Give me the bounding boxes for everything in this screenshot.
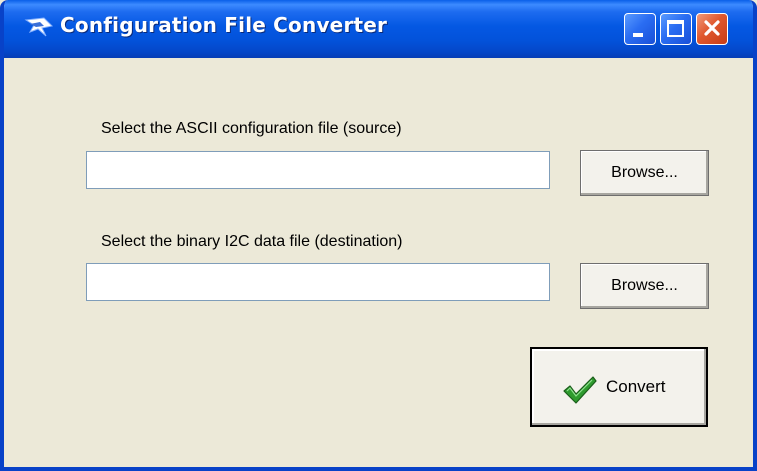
browse-source-button[interactable]: Browse... xyxy=(580,150,709,196)
destination-file-input[interactable] xyxy=(86,263,550,301)
destination-file-label: Select the binary I2C data file (destina… xyxy=(101,233,403,250)
minimize-button[interactable] xyxy=(624,13,656,45)
converter-window: Configuration File Converter Select the … xyxy=(0,0,757,471)
source-file-input[interactable] xyxy=(86,151,550,189)
source-file-label: Select the ASCII configuration file (sou… xyxy=(101,120,402,137)
checkmark-icon xyxy=(563,376,597,404)
maximize-icon xyxy=(667,20,684,37)
minimize-icon xyxy=(633,33,643,37)
browse-destination-button[interactable]: Browse... xyxy=(580,263,709,309)
convert-button[interactable]: Convert xyxy=(530,347,708,427)
window-title: Configuration File Converter xyxy=(60,13,388,37)
title-bar[interactable]: Configuration File Converter xyxy=(4,0,753,58)
maximize-button[interactable] xyxy=(660,13,692,45)
close-icon xyxy=(704,20,720,36)
close-button[interactable] xyxy=(696,13,728,45)
app-arrow-icon xyxy=(24,17,54,37)
convert-label: Convert xyxy=(606,377,666,396)
